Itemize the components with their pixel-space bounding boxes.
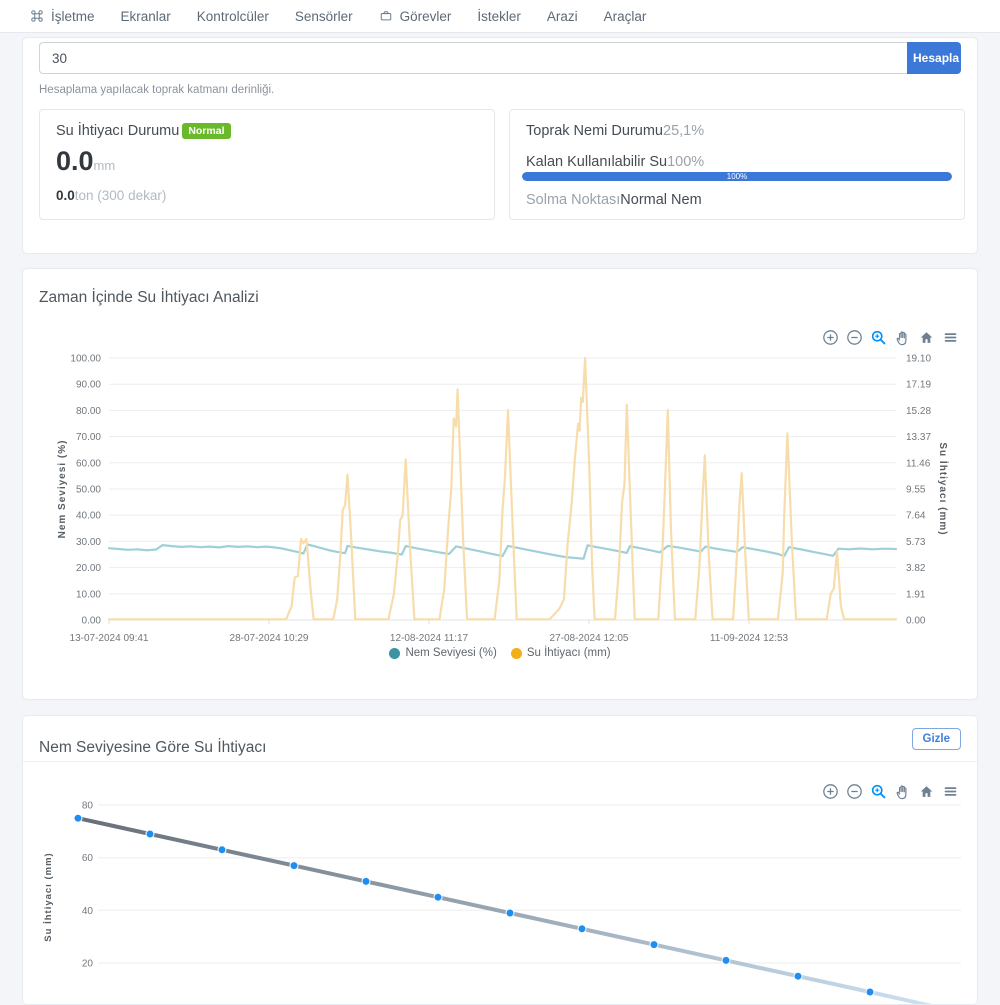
menu-icon[interactable] <box>942 329 959 346</box>
svg-text:100.00: 100.00 <box>70 354 101 365</box>
svg-text:50.00: 50.00 <box>76 485 101 496</box>
nav-item-label: İşletme <box>51 9 95 24</box>
svg-text:90.00: 90.00 <box>76 380 101 391</box>
svg-text:19.10: 19.10 <box>906 354 931 365</box>
nav-item-sensorler[interactable]: Sensörler <box>295 9 353 24</box>
svg-text:28-07-2024 10:29: 28-07-2024 10:29 <box>230 633 309 644</box>
time-chart-title: Zaman İçinde Su İhtiyacı Analizi <box>39 289 259 307</box>
hide-button[interactable]: Gizle <box>912 728 961 750</box>
svg-text:27-08-2024 12:05: 27-08-2024 12:05 <box>550 633 629 644</box>
zoom-in-icon[interactable] <box>822 329 839 346</box>
svg-text:10.00: 10.00 <box>76 589 101 600</box>
legend-item-su[interactable]: Su İhtiyacı (mm) <box>511 647 611 659</box>
water-need-secondary-unit: ton (300 dekar) <box>75 188 167 203</box>
progress-label: 100% <box>727 172 747 181</box>
svg-text:11.46: 11.46 <box>906 458 931 469</box>
legend-label-su: Su İhtiyacı (mm) <box>527 647 611 659</box>
command-icon <box>30 9 44 23</box>
svg-text:11-09-2024 12:53: 11-09-2024 12:53 <box>710 633 789 644</box>
svg-text:7.64: 7.64 <box>906 511 926 522</box>
svg-text:13.37: 13.37 <box>906 432 931 443</box>
svg-text:20.00: 20.00 <box>76 563 101 574</box>
calculation-card: Hesapla Hesaplama yapılacak toprak katma… <box>22 37 978 254</box>
legend-item-nem[interactable]: Nem Seviyesi (%) <box>389 647 496 659</box>
nav-item-label: Sensörler <box>295 9 353 24</box>
svg-text:60: 60 <box>82 853 94 864</box>
home-icon[interactable] <box>918 329 935 346</box>
svg-text:60.00: 60.00 <box>76 458 101 469</box>
legend-dot-su <box>511 648 522 659</box>
top-nav: İşletme Ekranlar Kontrolcüler Sensörler … <box>0 0 1000 33</box>
svg-text:3.82: 3.82 <box>906 563 926 574</box>
svg-text:40.00: 40.00 <box>76 511 101 522</box>
water-need-time-chart[interactable]: 100.00 19.10 90.00 17.19 80.00 15.28 70.00 13.3… <box>39 346 963 666</box>
svg-text:0.00: 0.00 <box>82 616 102 627</box>
wilting-point-value: Normal Nem <box>620 192 701 208</box>
moisture-chart-title: Nem Seviyesine Göre Su İhtiyacı <box>39 739 266 757</box>
svg-text:0.00: 0.00 <box>906 616 926 627</box>
nav-item-araclar[interactable]: Araçlar <box>604 9 647 24</box>
header-divider <box>23 761 977 762</box>
water-need-status-card: Su İhtiyacı Durumu Normal 0.0mm 0.0ton (… <box>39 109 495 220</box>
svg-text:17.19: 17.19 <box>906 380 931 391</box>
soil-moisture-label: Toprak Nemi Durumu <box>526 123 663 139</box>
zoom-out-icon[interactable] <box>846 329 863 346</box>
page: { "nav": { "items": [ {"label": "İşletme… <box>0 0 1000 1000</box>
water-need-title: Su İhtiyacı Durumu <box>56 123 179 139</box>
svg-text:Nem Seviyesi (%): Nem Seviyesi (%) <box>57 440 68 539</box>
svg-text:80.00: 80.00 <box>76 406 101 417</box>
depth-input-group: Hesapla <box>39 42 961 74</box>
legend-label-nem: Nem Seviyesi (%) <box>405 647 496 659</box>
svg-text:5.73: 5.73 <box>906 537 926 548</box>
nav-item-label: İstekler <box>477 9 521 24</box>
svg-text:12-08-2024 11:17: 12-08-2024 11:17 <box>390 633 469 644</box>
svg-text:Su İhtiyacı (mm): Su İhtiyacı (mm) <box>43 852 54 941</box>
svg-text:70.00: 70.00 <box>76 432 101 443</box>
legend-dot-nem <box>389 648 400 659</box>
nav-item-label: Arazi <box>547 9 578 24</box>
nav-item-label: Araçlar <box>604 9 647 24</box>
nav-item-gorevler[interactable]: Görevler <box>379 9 452 24</box>
depth-helper-text: Hesaplama yapılacak toprak katmanı derin… <box>39 84 274 96</box>
nav-item-label: Görevler <box>400 9 452 24</box>
svg-text:15.28: 15.28 <box>906 406 931 417</box>
moisture-need-card: Nem Seviyesine Göre Su İhtiyacı Gizle 80… <box>22 715 978 1005</box>
pan-icon[interactable] <box>894 329 911 346</box>
svg-text:80: 80 <box>82 801 94 812</box>
nav-item-arazi[interactable]: Arazi <box>547 9 578 24</box>
chart-legend: Nem Seviyesi (%) Su İhtiyacı (mm) <box>23 647 977 659</box>
soil-moisture-value: 25,1% <box>663 123 704 139</box>
water-need-secondary-value: 0.0 <box>56 188 75 203</box>
svg-text:Su İhtiyacı (mm): Su İhtiyacı (mm) <box>937 442 950 535</box>
svg-text:30.00: 30.00 <box>76 537 101 548</box>
progress-fill: 100% <box>522 172 952 181</box>
svg-text:20: 20 <box>82 959 94 970</box>
nav-item-isletme[interactable]: İşletme <box>30 9 95 24</box>
nav-item-ekranlar[interactable]: Ekranlar <box>121 9 171 24</box>
calculate-button[interactable]: Hesapla <box>907 42 961 74</box>
available-water-progressbar: 100% <box>522 172 952 181</box>
svg-text:13-07-2024 09:41: 13-07-2024 09:41 <box>70 633 149 644</box>
status-badge: Normal <box>182 123 230 139</box>
wilting-point-label: Solma Noktası <box>526 192 620 208</box>
soil-moisture-card: Toprak Nemi Durumu25,1% Kalan Kullanılab… <box>509 109 965 220</box>
available-water-label: Kalan Kullanılabilir Su <box>526 154 667 170</box>
water-need-value: 0.0 <box>56 146 94 176</box>
svg-text:40: 40 <box>82 906 94 917</box>
depth-input[interactable] <box>39 42 907 74</box>
nav-item-istekler[interactable]: İstekler <box>477 9 521 24</box>
nav-item-label: Kontrolcüler <box>197 9 269 24</box>
svg-text:9.55: 9.55 <box>906 485 926 496</box>
time-analysis-card: Zaman İçinde Su İhtiyacı Analizi 100.001… <box>22 268 978 700</box>
chart-toolbar <box>822 329 959 346</box>
available-water-value: 100% <box>667 154 704 170</box>
nav-item-kontrolculer[interactable]: Kontrolcüler <box>197 9 269 24</box>
water-need-unit: mm <box>94 158 116 173</box>
selection-zoom-icon[interactable] <box>870 329 887 346</box>
moisture-need-chart[interactable]: 80 60 40 20 Su İhtiyacı (mm) <box>39 791 963 1005</box>
briefcase-icon <box>379 9 393 23</box>
svg-text:1.91: 1.91 <box>906 589 926 600</box>
nav-item-label: Ekranlar <box>121 9 171 24</box>
